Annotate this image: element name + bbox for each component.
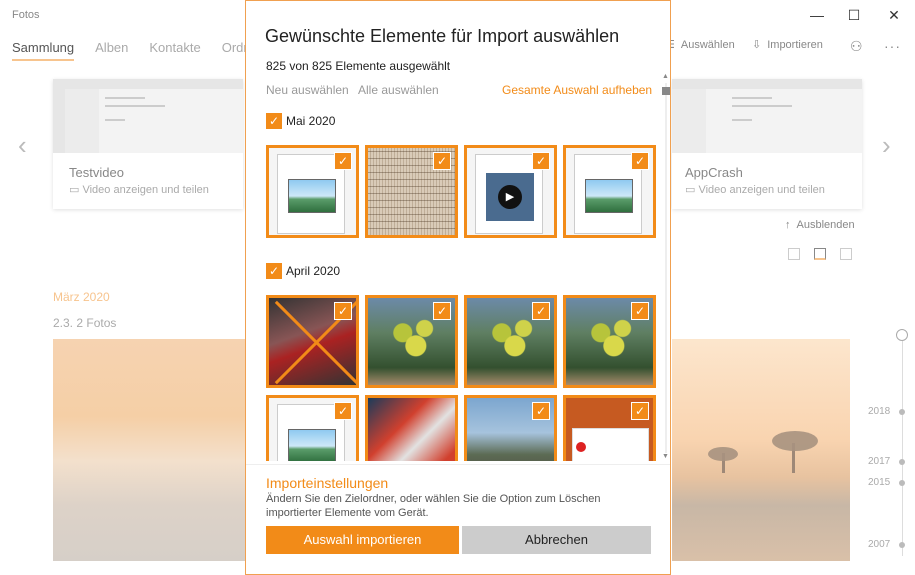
- import-item[interactable]: ✓: [464, 395, 557, 461]
- arrow-up-icon: ↑: [785, 219, 791, 231]
- timeline-year: 2015: [868, 477, 891, 488]
- items-grid: ✓ Mai 2020 ✓ ✓ ▶ ✓ ✓ ✓ April 2020 ✓ ✓ ✓ …: [261, 105, 658, 461]
- account-button[interactable]: ⚇: [850, 38, 863, 55]
- timeline-marker[interactable]: [899, 480, 905, 486]
- scroll-down-icon[interactable]: ▼: [662, 453, 669, 460]
- month-heading: März 2020: [53, 290, 110, 304]
- import-item[interactable]: ✓: [365, 145, 458, 238]
- hide-label: Ausblenden: [796, 219, 855, 231]
- medium-view-icon[interactable]: [814, 248, 826, 260]
- import-settings-link[interactable]: Importeinstellungen: [266, 475, 388, 491]
- group-checkbox[interactable]: ✓: [266, 113, 282, 129]
- group-label: April 2020: [286, 264, 341, 278]
- grid-scrollbar[interactable]: ▲ ▼: [662, 73, 670, 463]
- video-card[interactable]: AppCrash ▭ Video anzeigen und teilen: [672, 79, 862, 209]
- view-size-switcher: [788, 248, 852, 260]
- timeline-marker[interactable]: [899, 409, 905, 415]
- video-thumbnail: [672, 79, 862, 153]
- next-arrow-icon[interactable]: ›: [882, 130, 891, 161]
- reselect-link[interactable]: Neu auswählen: [266, 83, 349, 97]
- video-card[interactable]: Testvideo ▭ Video anzeigen und teilen: [53, 79, 243, 209]
- item-checkbox[interactable]: ✓: [532, 302, 550, 320]
- item-checkbox[interactable]: ✓: [433, 302, 451, 320]
- selection-count: 825 von 825 Elemente ausgewählt: [266, 59, 451, 73]
- import-item[interactable]: ✓: [365, 295, 458, 388]
- city-sunset-photo[interactable]: [53, 339, 245, 561]
- savanna-sunset-photo[interactable]: [672, 339, 850, 561]
- timeline-year: 2017: [868, 456, 891, 467]
- scrollbar-thumb[interactable]: [662, 87, 670, 95]
- item-checkbox[interactable]: ✓: [631, 402, 649, 420]
- item-checkbox[interactable]: ✓: [631, 152, 649, 170]
- large-view-icon[interactable]: [788, 248, 800, 260]
- small-view-icon[interactable]: [840, 248, 852, 260]
- import-dialog: Gewünschte Elemente für Import auswählen…: [245, 0, 671, 575]
- timeline-marker[interactable]: [899, 542, 905, 548]
- item-checkbox[interactable]: ✓: [532, 402, 550, 420]
- select-button[interactable]: ☰ Auswählen: [665, 38, 735, 52]
- item-checkbox[interactable]: ✓: [532, 152, 550, 170]
- nav-tab-collection[interactable]: Sammlung: [12, 40, 75, 61]
- minimize-button[interactable]: —: [806, 4, 828, 26]
- video-thumbnail: [53, 79, 243, 153]
- card-title: AppCrash: [685, 165, 743, 180]
- import-item[interactable]: ✓: [464, 295, 557, 388]
- timeline-track[interactable]: [902, 336, 903, 556]
- import-button[interactable]: ⇩ Importieren: [752, 38, 823, 52]
- timeline-year: 2018: [868, 406, 891, 417]
- group-checkbox[interactable]: ✓: [266, 263, 282, 279]
- import-item[interactable]: ✓: [266, 295, 359, 388]
- import-selection-button[interactable]: Auswahl importieren: [266, 526, 459, 554]
- item-checkbox[interactable]: ✓: [631, 302, 649, 320]
- select-label: Auswählen: [680, 38, 735, 51]
- import-icon: ⇩: [752, 39, 762, 51]
- day-heading: 2.3. 2 Fotos: [53, 316, 117, 330]
- clear-selection-link[interactable]: Gesamte Auswahl aufheben: [502, 83, 652, 97]
- timeline-marker[interactable]: [899, 459, 905, 465]
- app-title: Fotos: [12, 9, 40, 21]
- card-subtitle: ▭ Video anzeigen und teilen: [69, 183, 209, 196]
- previous-arrow-icon[interactable]: ‹: [18, 130, 27, 161]
- import-item[interactable]: [365, 395, 458, 461]
- import-item[interactable]: ✓: [563, 395, 656, 461]
- import-settings-description: Ändern Sie den Zielordner, oder wählen S…: [266, 493, 601, 519]
- card-subtitle: ▭ Video anzeigen und teilen: [685, 183, 825, 196]
- nav-tab-contacts[interactable]: Kontakte: [149, 40, 200, 61]
- hide-button[interactable]: ↑ Ausblenden: [785, 219, 855, 231]
- main-nav: Sammlung Alben Kontakte Ordne: [12, 40, 258, 61]
- group-header[interactable]: ✓ Mai 2020: [266, 113, 335, 129]
- maximize-button[interactable]: ☐: [843, 4, 865, 26]
- import-item[interactable]: ✓: [266, 395, 359, 461]
- group-label: Mai 2020: [286, 114, 336, 128]
- play-icon: ▶: [498, 185, 522, 209]
- import-item[interactable]: ▶ ✓: [464, 145, 557, 238]
- import-item[interactable]: ✓: [266, 145, 359, 238]
- card-subtitle-text: Video anzeigen und teilen: [698, 184, 825, 196]
- video-icon: ▭: [69, 184, 80, 196]
- item-checkbox[interactable]: ✓: [334, 402, 352, 420]
- person-icon: ⚇: [850, 38, 863, 54]
- close-window-button[interactable]: ✕: [883, 4, 905, 26]
- cancel-button[interactable]: Abbrechen: [462, 526, 651, 554]
- item-checkbox[interactable]: ✓: [334, 302, 352, 320]
- timeline-knob[interactable]: [896, 329, 908, 341]
- group-header[interactable]: ✓ April 2020: [266, 263, 340, 279]
- select-all-link[interactable]: Alle auswählen: [358, 83, 439, 97]
- sign-photo: [368, 398, 455, 461]
- import-item[interactable]: ✓: [563, 145, 656, 238]
- import-item[interactable]: ✓: [563, 295, 656, 388]
- item-checkbox[interactable]: ✓: [433, 152, 451, 170]
- card-title: Testvideo: [69, 165, 124, 180]
- scroll-up-icon[interactable]: ▲: [662, 73, 669, 80]
- divider: [246, 464, 670, 465]
- dialog-title: Gewünschte Elemente für Import auswählen: [265, 26, 620, 46]
- import-label: Importieren: [767, 38, 823, 51]
- nav-tab-albums[interactable]: Alben: [95, 40, 128, 61]
- timeline-year: 2007: [868, 539, 891, 550]
- video-icon: ▭: [685, 184, 696, 196]
- more-options-button[interactable]: ···: [884, 38, 901, 54]
- card-subtitle-text: Video anzeigen und teilen: [82, 184, 209, 196]
- item-checkbox[interactable]: ✓: [334, 152, 352, 170]
